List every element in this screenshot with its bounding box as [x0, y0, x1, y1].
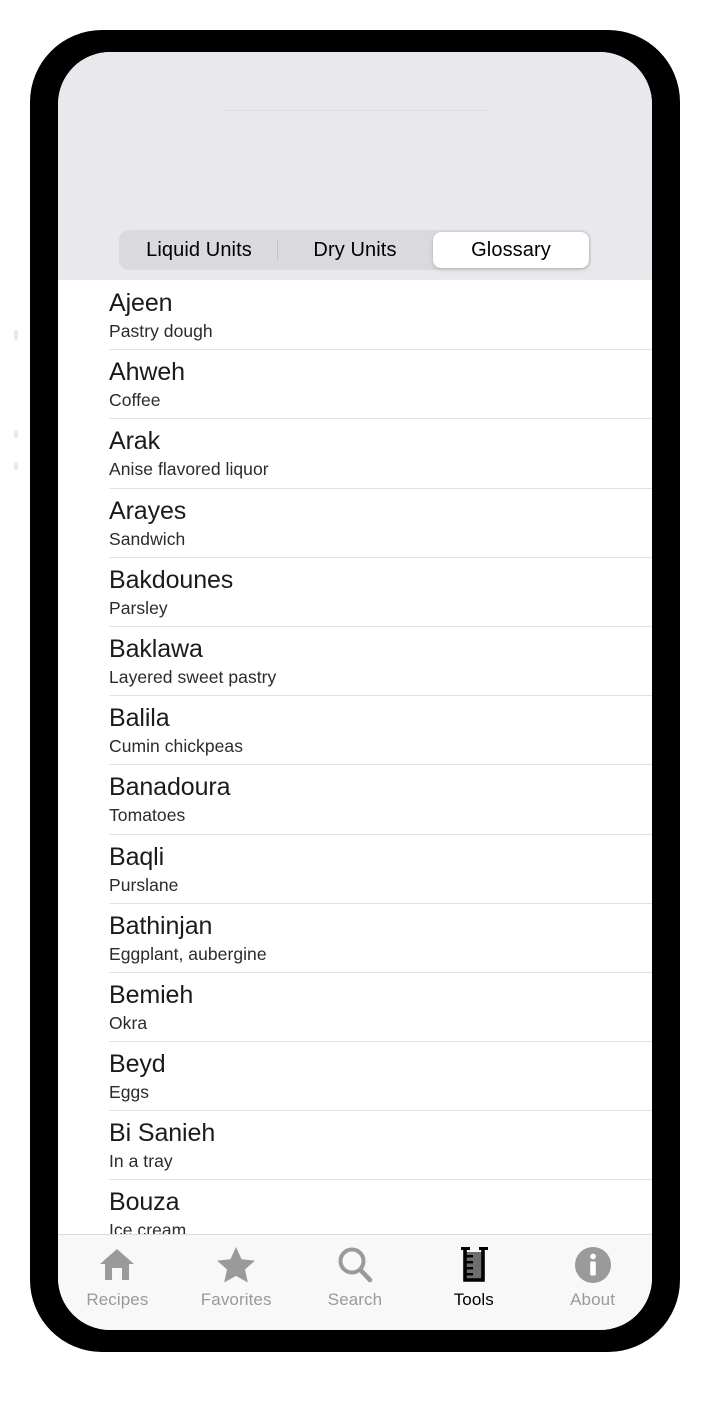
device-side-mark — [14, 462, 18, 470]
glossary-term: Bi Sanieh — [109, 1119, 216, 1148]
device-side-mark — [14, 430, 18, 438]
glossary-term: Arayes — [109, 496, 187, 525]
device-side-mark — [14, 330, 18, 340]
glossary-definition: Parsley — [109, 597, 168, 618]
glossary-row[interactable]: Bakdounes Parsley — [58, 556, 652, 626]
tab-favorites[interactable]: Favorites — [181, 1245, 291, 1310]
glossary-row[interactable]: Baklawa Layered sweet pastry — [58, 625, 652, 696]
segment-glossary[interactable]: Glossary — [433, 232, 589, 268]
glossary-row[interactable]: Baqli Purslane — [58, 833, 652, 903]
glossary-row[interactable]: Bathinjan Eggplant, aubergine — [58, 902, 652, 972]
glossary-definition: Pastry dough — [109, 321, 213, 341]
glossary-definition: Tomatoes — [109, 805, 186, 826]
house-icon — [98, 1245, 136, 1285]
glossary-row[interactable]: Arak Anise flavored liquor — [58, 418, 652, 488]
glossary-row[interactable]: Balila Cumin chickpeas — [58, 695, 652, 765]
tab-about[interactable]: About — [538, 1245, 648, 1310]
tab-search[interactable]: Search — [300, 1245, 410, 1310]
segment-label: Liquid Units — [146, 238, 252, 261]
glossary-term: Baklawa — [109, 634, 203, 663]
glossary-definition: Purslane — [109, 874, 179, 895]
glossary-definition: Eggs — [109, 1082, 150, 1103]
glossary-row[interactable]: Arayes Sandwich — [58, 487, 652, 557]
segment-dry-units[interactable]: Dry Units — [277, 232, 433, 268]
tab-recipes[interactable]: Recipes — [62, 1245, 172, 1310]
glossary-list[interactable]: Ajeen Pastry dough Ahweh Coffee Arak Anise fl… — [58, 280, 652, 1234]
tab-label: Search — [327, 1290, 383, 1309]
tab-label: About — [570, 1290, 616, 1309]
segment-label: Glossary — [471, 238, 551, 261]
glossary-term: Bemieh — [109, 980, 194, 1009]
screenshot-canvas: Liquid Units Dry Units Glossary Ajeen Pastr… — [0, 0, 710, 1409]
glossary-term: Ajeen — [109, 289, 173, 317]
glossary-definition: Layered sweet pastry — [109, 666, 277, 687]
glossary-term: Balila — [109, 704, 170, 733]
glossary-row[interactable]: Ahweh Coffee — [58, 349, 652, 419]
glossary-definition: Ice cream — [109, 1220, 187, 1234]
glossary-definition: Coffee — [109, 390, 161, 411]
glossary-term: Bouza — [109, 1188, 180, 1217]
info-circle-icon — [574, 1245, 612, 1285]
glossary-term: Arak — [109, 427, 161, 456]
glossary-row[interactable]: Ajeen Pastry dough — [58, 280, 652, 350]
glossary-definition: Eggplant, aubergine — [109, 943, 267, 964]
speaker-slot-icon — [221, 110, 489, 111]
glossary-row[interactable]: Banadoura Tomatoes — [58, 764, 652, 834]
tab-label: Recipes — [86, 1290, 149, 1309]
segment-label: Dry Units — [313, 238, 397, 261]
glossary-term: Beyd — [109, 1050, 166, 1079]
segment-liquid-units[interactable]: Liquid Units — [121, 232, 278, 268]
glossary-term: Baqli — [109, 842, 165, 871]
glossary-row[interactable]: Beyd Eggs — [58, 1041, 652, 1111]
tab-tools[interactable]: Tools — [419, 1245, 529, 1310]
beaker-icon — [457, 1245, 491, 1285]
glossary-row[interactable]: Bi Sanieh In a tray — [58, 1110, 652, 1180]
glossary-term: Bakdounes — [109, 565, 234, 594]
glossary-definition: Sandwich — [109, 528, 186, 549]
glossary-definition: Okra — [109, 1012, 148, 1033]
glossary-term: Banadoura — [109, 773, 231, 802]
glossary-definition: Anise flavored liquor — [109, 459, 269, 480]
phone-frame: Liquid Units Dry Units Glossary Ajeen Pastr… — [30, 30, 680, 1352]
tab-label: Tools — [453, 1290, 494, 1309]
glossary-definition: In a tray — [109, 1151, 173, 1172]
glossary-row[interactable]: Bouza Ice cream — [58, 1179, 652, 1234]
star-icon — [216, 1245, 256, 1285]
glossary-row[interactable]: Bemieh Okra — [58, 971, 652, 1042]
tab-label: Favorites — [200, 1290, 272, 1309]
navigation-bar: Liquid Units Dry Units Glossary — [58, 52, 652, 280]
glossary-term: Ahweh — [109, 358, 185, 387]
glossary-definition: Cumin chickpeas — [109, 736, 243, 757]
units-segmented-control[interactable]: Liquid Units Dry Units Glossary — [119, 230, 591, 270]
phone-screen: Liquid Units Dry Units Glossary Ajeen Pastr… — [58, 52, 652, 1330]
glossary-term: Bathinjan — [109, 911, 213, 940]
magnifier-icon — [336, 1245, 374, 1285]
bottom-tab-bar[interactable]: Recipes Favorites Search Tools About — [58, 1234, 652, 1330]
